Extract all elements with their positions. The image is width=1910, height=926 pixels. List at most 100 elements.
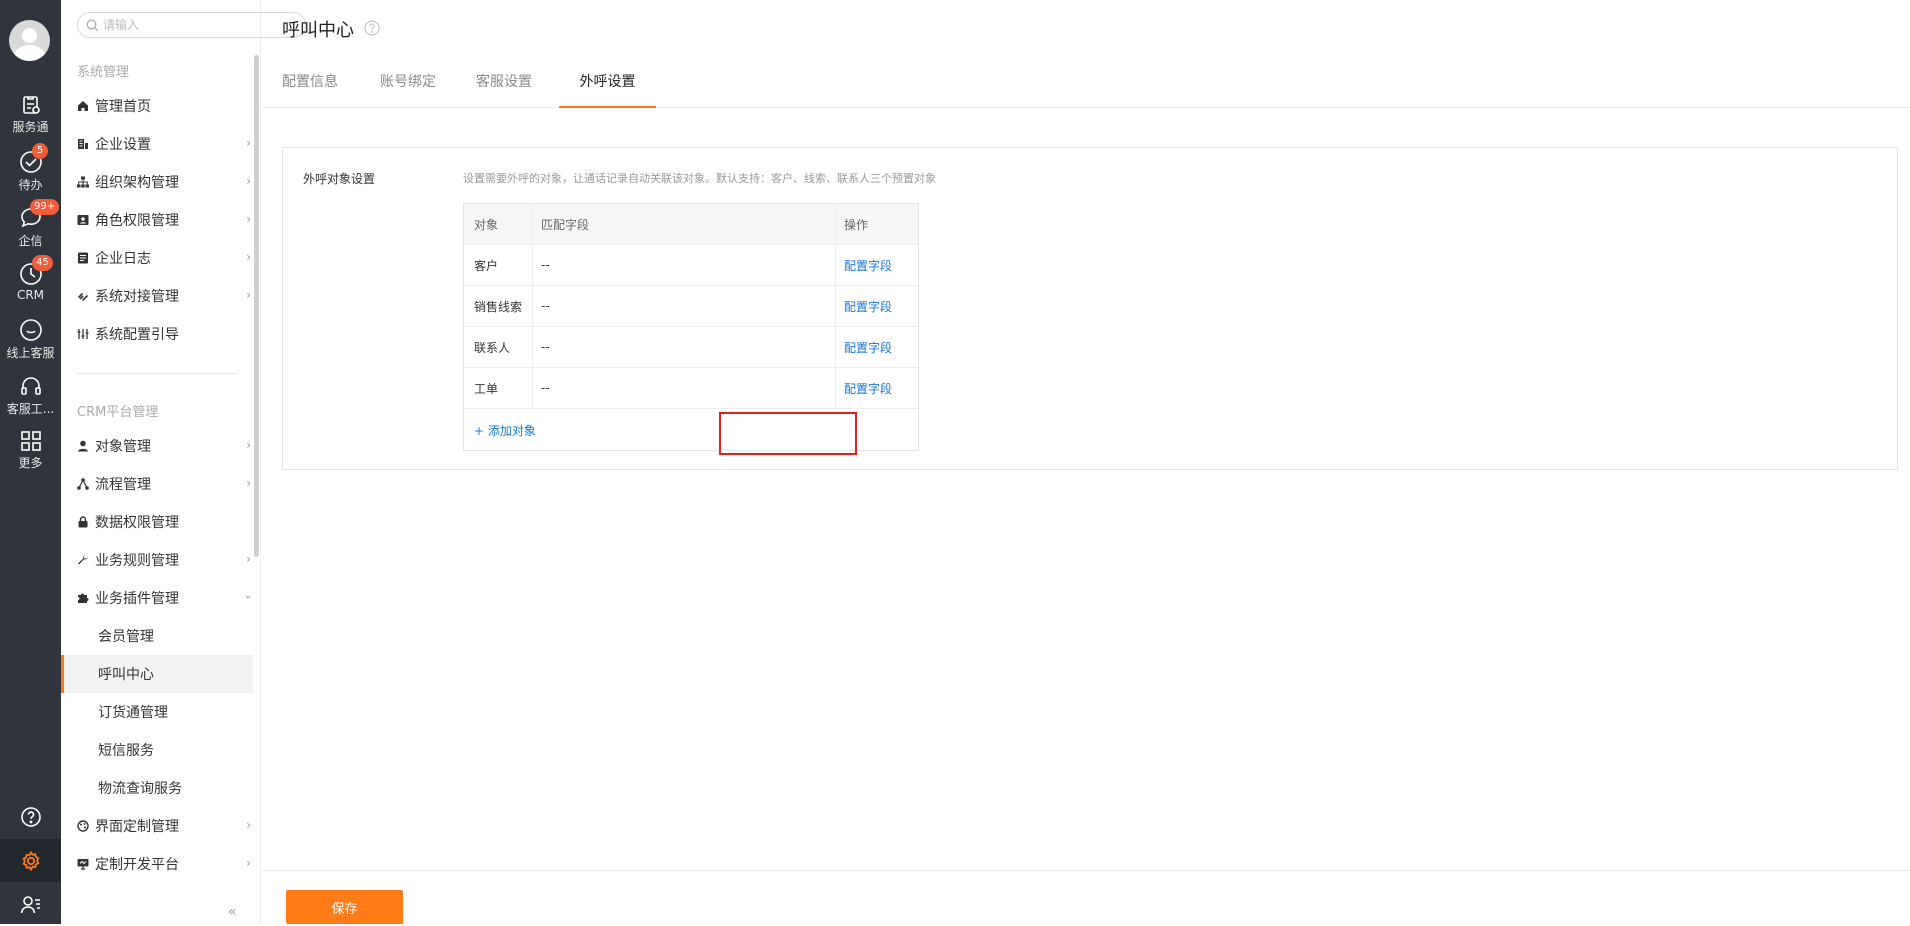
crm-badge: 45 <box>32 255 53 271</box>
org-tree-icon <box>77 175 95 189</box>
sidebar-item-system-integration[interactable]: 系统对接管理 › <box>77 277 253 315</box>
chevron-right-icon: › <box>246 174 251 188</box>
footer-bar: 保存 <box>262 870 1910 924</box>
user-icon <box>77 439 95 453</box>
add-object-button[interactable]: + 添加对象 <box>474 422 536 439</box>
sidebar-subitem-member[interactable]: 会员管理 <box>61 617 253 655</box>
sidebar-item-object-management[interactable]: 对象管理 › <box>77 427 253 465</box>
log-doc-icon <box>77 251 95 265</box>
rail-settings-button[interactable] <box>0 839 61 882</box>
tab-account-binding[interactable]: 账号绑定 <box>377 62 439 108</box>
rail-label: 服务通 <box>12 120 49 134</box>
object-cell: 客户 <box>464 245 533 285</box>
monitor-icon <box>77 857 95 871</box>
building-icon <box>77 137 95 151</box>
section-title-system: 系统管理 <box>77 65 130 80</box>
rail-user-list-button[interactable] <box>0 883 61 926</box>
grid-icon <box>20 431 41 451</box>
rail-label: 客服工... <box>6 402 55 416</box>
message-badge: 99+ <box>30 199 60 215</box>
sidebar-scrollbar[interactable] <box>254 55 259 557</box>
settings-gear-icon <box>22 850 39 871</box>
help-icon <box>20 806 41 827</box>
chevron-right-icon: › <box>246 250 251 264</box>
column-header: 匹配字段 <box>533 204 836 244</box>
chevron-right-icon: › <box>246 136 251 150</box>
sidebar-item-business-rules[interactable]: 业务规则管理 › <box>77 541 253 579</box>
sidebar-item-ui-customization[interactable]: 界面定制管理 › <box>77 807 253 845</box>
rail-help-button[interactable] <box>0 795 61 838</box>
smile-chat-icon <box>19 319 42 341</box>
sidebar-item-company-log[interactable]: 企业日志 › <box>77 239 253 277</box>
sidebar-item-admin-home[interactable]: 管理首页 <box>77 87 253 125</box>
tab-outbound-settings[interactable]: 外呼设置 <box>559 62 656 108</box>
sidebar-item-label: 数据权限管理 <box>95 515 179 531</box>
question-circle-icon[interactable] <box>364 20 380 36</box>
rail-label: 待办 <box>18 178 43 192</box>
sidebar-item-dev-platform[interactable]: 定制开发平台 › <box>77 845 253 883</box>
table-row: 客户 -- 配置字段 <box>464 245 918 286</box>
sidebar-subitem-logistics[interactable]: 物流查询服务 <box>61 769 253 807</box>
rail-item-todo[interactable]: 待办 5 <box>0 143 61 200</box>
column-header: 操作 <box>844 217 869 232</box>
app-rail: 服务通 待办 5 企信 99+ CRM 45 线上客服 客服工... 更多 <box>0 0 61 924</box>
rail-item-more[interactable]: 更多 <box>0 430 61 480</box>
object-cell: 销售线索 <box>464 286 533 326</box>
collapse-sidebar-icon[interactable]: « <box>228 904 237 920</box>
sidebar-item-company-settings[interactable]: 企业设置 › <box>77 125 253 163</box>
rail-item-service-workbench[interactable]: 客服工... <box>0 374 61 424</box>
rail-label: 线上客服 <box>6 346 55 360</box>
chevron-right-icon: › <box>246 438 251 452</box>
sidebar-item-label: 系统对接管理 <box>95 289 179 305</box>
field-cell: -- <box>533 327 836 367</box>
sidebar-item-label: 业务规则管理 <box>95 553 179 569</box>
field-cell: -- <box>533 286 836 326</box>
rail-label: CRM <box>16 288 45 302</box>
settings-sidebar: 系统管理 管理首页 企业设置 › 组织架构管理 › 角色权限管理 › 企业日志 … <box>61 0 306 924</box>
sidebar-subitem-order[interactable]: 订货通管理 <box>61 693 253 731</box>
sidebar-item-label: 企业设置 <box>95 137 151 153</box>
home-icon <box>77 99 95 113</box>
sidebar-item-business-plugins[interactable]: 业务插件管理 › <box>77 579 256 617</box>
config-field-link[interactable]: 配置字段 <box>844 380 892 397</box>
table-row: 联系人 -- 配置字段 <box>464 327 918 368</box>
wrench-icon <box>77 553 95 567</box>
rail-label: 更多 <box>18 456 43 470</box>
rail-item-online-service[interactable]: 线上客服 <box>0 318 61 368</box>
save-button[interactable]: 保存 <box>286 890 403 924</box>
config-field-link[interactable]: 配置字段 <box>844 298 892 315</box>
flow-icon <box>77 477 95 491</box>
tab-config-info[interactable]: 配置信息 <box>281 62 339 108</box>
sidebar-item-config-guide[interactable]: 系统配置引导 <box>77 315 253 353</box>
object-cell: 工单 <box>464 368 533 408</box>
chevron-right-icon: › <box>246 856 251 870</box>
sidebar-subitem-call-center[interactable]: 呼叫中心 <box>61 655 253 693</box>
puzzle-icon <box>77 591 95 605</box>
field-cell: -- <box>533 245 836 285</box>
config-field-link[interactable]: 配置字段 <box>844 339 892 356</box>
rail-item-crm[interactable]: CRM 45 <box>0 255 61 312</box>
rail-item-message[interactable]: 企信 99+ <box>0 199 61 256</box>
todo-badge: 5 <box>32 143 48 159</box>
sidebar-item-label: 业务插件管理 <box>95 591 179 607</box>
chevron-down-icon: › <box>241 594 256 600</box>
sidebar-item-data-permission[interactable]: 数据权限管理 <box>77 503 253 541</box>
table-row: 销售线索 -- 配置字段 <box>464 286 918 327</box>
rail-item-service[interactable]: 服务通 <box>0 94 61 144</box>
table-header-row: 对象 匹配字段 操作 <box>464 204 918 245</box>
sidebar-subitem-sms[interactable]: 短信服务 <box>61 731 253 769</box>
tab-service-settings[interactable]: 客服设置 <box>473 62 535 108</box>
sidebar-item-label: 角色权限管理 <box>95 213 179 229</box>
sidebar-item-role-permission[interactable]: 角色权限管理 › <box>77 201 253 239</box>
lock-icon <box>77 515 95 529</box>
tab-bar: 配置信息 账号绑定 客服设置 外呼设置 <box>262 62 1910 108</box>
user-avatar[interactable] <box>9 20 50 61</box>
palette-icon <box>77 819 95 833</box>
sidebar-item-label: 界面定制管理 <box>95 819 179 835</box>
config-field-link[interactable]: 配置字段 <box>844 257 892 274</box>
search-icon <box>86 19 99 32</box>
sidebar-item-org-structure[interactable]: 组织架构管理 › <box>77 163 253 201</box>
sidebar-item-process-management[interactable]: 流程管理 › <box>77 465 253 503</box>
sliders-icon <box>77 327 95 341</box>
sidebar-item-label: 定制开发平台 <box>95 857 179 873</box>
